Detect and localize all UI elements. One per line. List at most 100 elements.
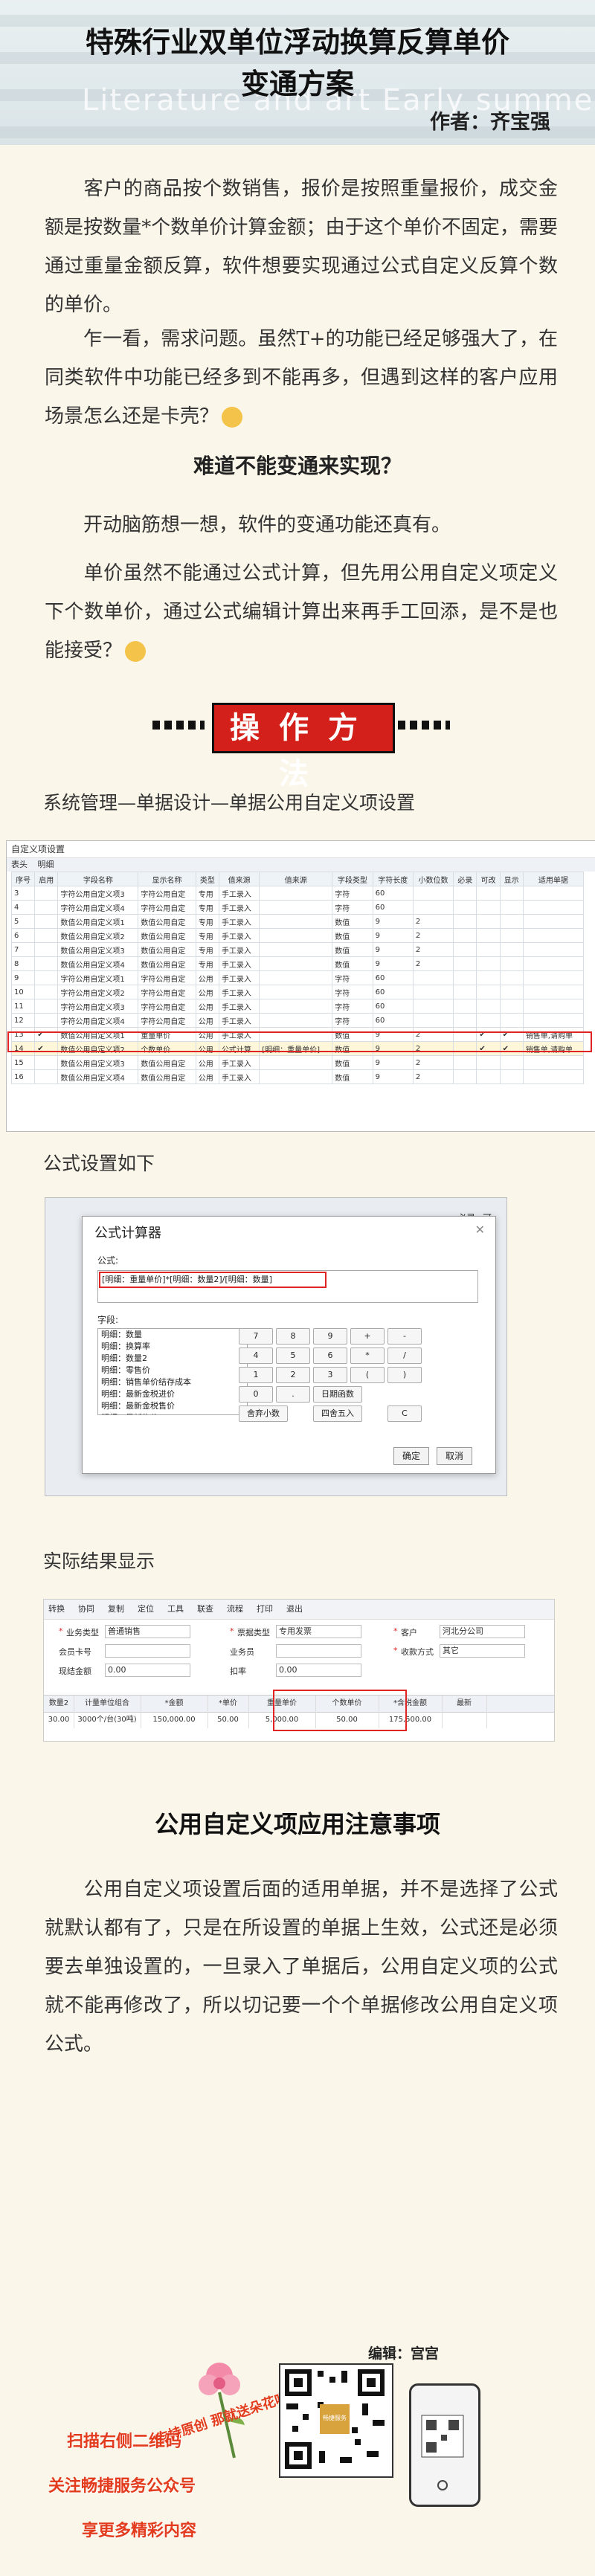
table-cell: 数值公用自定义项1 xyxy=(57,914,139,929)
keypad-button[interactable]: C xyxy=(387,1405,422,1422)
table-row[interactable]: 5 数值公用自定义项1 数值公用自定 专用 手工录入 数值 9 2 xyxy=(10,914,585,929)
keypad-button[interactable]: 日期函数 xyxy=(313,1386,362,1403)
table-cell xyxy=(259,1055,333,1070)
table-cell: 手工录入 xyxy=(218,886,260,901)
table-row[interactable]: 4 字符公用自定义项4 字符公用自定 专用 手工录入 字符 60 xyxy=(10,900,585,915)
field-list-item[interactable]: 明细：数量2 xyxy=(98,1353,247,1365)
field-list-item[interactable]: 明细：最新售价 xyxy=(98,1412,247,1414)
table-cell xyxy=(522,928,585,943)
table-cell xyxy=(453,942,477,957)
grid-cell[interactable]: 3000个/台(30吨) xyxy=(74,1712,141,1728)
table-row[interactable]: 9 字符公用自定义项1 字符公用自定 公用 手工录入 字符 60 xyxy=(10,970,585,985)
table-cell: 字符公用自定义项3 xyxy=(57,886,139,901)
table-cell: 手工录入 xyxy=(218,985,260,999)
custom-field-table: 序号 启用 字段名称 显示名称 类型 值来源 值来源 字段类型 字符长度 小数位数 必录 可改 显示 适用… xyxy=(10,872,585,1084)
form-input[interactable]: 0.00 xyxy=(276,1664,361,1677)
table-row[interactable]: 3 字符公用自定义项3 字符公用自定 专用 手工录入 字符 60 xyxy=(10,886,585,901)
form-input[interactable] xyxy=(276,1644,361,1658)
toolbar-item[interactable]: 协同 xyxy=(78,1604,94,1614)
keypad-button[interactable]: + xyxy=(350,1328,385,1345)
keypad-button[interactable]: 6 xyxy=(313,1347,347,1364)
keypad-button[interactable]: . xyxy=(276,1386,310,1403)
keypad-button[interactable]: 舍弃小数 xyxy=(239,1405,288,1422)
table-row[interactable]: 12 字符公用自定义项4 字符公用自定 公用 手工录入 字符 60 xyxy=(10,1013,585,1028)
table-cell xyxy=(499,999,524,1014)
table-row[interactable]: 7 数值公用自定义项3 数值公用自定 专用 手工录入 数值 9 2 xyxy=(10,942,585,957)
table-cell: 公用 xyxy=(195,985,219,999)
keypad-button[interactable]: - xyxy=(387,1328,422,1345)
table-cell: 3 xyxy=(10,886,36,901)
form-input[interactable] xyxy=(105,1644,190,1658)
ok-button[interactable]: 确定 xyxy=(393,1447,429,1465)
table-row[interactable]: 15 数值公用自定义项3 数值公用自定 公用 手工录入 数值 9 2 xyxy=(10,1055,585,1070)
keypad-button[interactable]: 0 xyxy=(239,1386,273,1403)
table-row[interactable]: 16 数值公用自定义项4 数值公用自定 公用 手工录入 数值 9 2 xyxy=(10,1069,585,1084)
keypad-button[interactable]: 3 xyxy=(313,1367,347,1383)
keypad-button[interactable]: * xyxy=(350,1347,385,1364)
keypad-button[interactable]: 1 xyxy=(239,1367,273,1383)
table-cell xyxy=(453,914,477,929)
toolbar-item[interactable]: 复制 xyxy=(108,1604,124,1614)
table-cell: 4 xyxy=(10,900,36,915)
fields-list[interactable]: 明细：数量 明细：换算率 明细：数量2 明细：零售价 明细：销售单价结存成本 明细：最新金… xyxy=(97,1328,248,1415)
table-cell: 15 xyxy=(10,1055,36,1070)
grid-cell[interactable]: 30.00 xyxy=(44,1712,74,1728)
field-list-item[interactable]: 明细：零售价 xyxy=(98,1365,247,1376)
table-cell xyxy=(259,886,333,901)
tab-detail[interactable]: 明细 xyxy=(38,860,54,869)
toolbar-item[interactable]: 退出 xyxy=(286,1604,303,1614)
table-cell: 数值公用自定义项3 xyxy=(57,1055,139,1070)
toolbar-item[interactable]: 定位 xyxy=(138,1604,154,1614)
form-input[interactable]: 其它 xyxy=(440,1644,525,1658)
notes-paragraph: 公用自定义项设置后面的适用单据，并不是选择了公式就默认都有了，只是在所设置的单据… xyxy=(45,1878,558,2055)
field-list-item[interactable]: 明细：最新金税进价 xyxy=(98,1388,247,1400)
keypad-button[interactable]: 5 xyxy=(276,1347,310,1364)
keypad-button[interactable]: 9 xyxy=(313,1328,347,1345)
table-cell xyxy=(453,886,477,901)
keypad-button[interactable]: 7 xyxy=(239,1328,273,1345)
table-row[interactable]: 10 字符公用自定义项2 字符公用自定 公用 手工录入 字符 60 xyxy=(10,985,585,999)
field-list-item[interactable]: 明细：数量 xyxy=(98,1329,247,1341)
table-cell: 数值公用自定 xyxy=(138,1055,196,1070)
field-list-item[interactable]: 明细：最新金税售价 xyxy=(98,1400,247,1412)
paragraph-1: 客户的商品按个数销售，报价是按照重量报价，成交金额是按数量*个数单价计算金额；由… xyxy=(45,178,558,316)
close-icon[interactable]: ✕ xyxy=(475,1223,485,1237)
toolbar-item[interactable]: 打印 xyxy=(257,1604,273,1614)
keypad-button[interactable]: 四舍五入 xyxy=(313,1405,362,1422)
column-header: 显示名称 xyxy=(138,872,196,886)
keypad-button[interactable]: ) xyxy=(387,1367,422,1383)
keypad-button[interactable]: 8 xyxy=(276,1328,310,1345)
keypad-button[interactable]: ( xyxy=(350,1367,385,1383)
question-heading: 难道不能变通来实现？ xyxy=(193,454,402,478)
table-cell: 字符公用自定义项3 xyxy=(57,999,139,1014)
field-list-item[interactable]: 明细：销售单价结存成本 xyxy=(98,1376,247,1388)
form-input[interactable]: 普通销售 xyxy=(105,1625,190,1638)
toolbar-item[interactable]: 流程 xyxy=(227,1604,243,1614)
toolbar-item[interactable]: 转换 xyxy=(48,1604,65,1614)
table-cell: 数值 xyxy=(332,956,373,971)
table-cell xyxy=(259,900,333,915)
form-input[interactable]: 专用发票 xyxy=(276,1625,361,1638)
keypad-button[interactable]: 4 xyxy=(239,1347,273,1364)
toolbar-item[interactable]: 工具 xyxy=(167,1604,184,1614)
grid-cell[interactable]: 50.00 xyxy=(208,1712,249,1728)
table-row[interactable]: 11 字符公用自定义项3 字符公用自定 公用 手工录入 字符 60 xyxy=(10,999,585,1014)
toolbar-item[interactable]: 联查 xyxy=(197,1604,213,1614)
path-caption: 系统管理—单据设计—单据公用自定义项设置 xyxy=(43,792,416,814)
grid-cell[interactable]: 150,000.00 xyxy=(141,1712,208,1728)
keypad-button[interactable]: / xyxy=(387,1347,422,1364)
qr-code-icon[interactable]: 畅捷服务 xyxy=(279,2363,393,2478)
table-row[interactable]: 8 数值公用自定义项4 数值公用自定 专用 手工录入 数值 9 2 xyxy=(10,956,585,971)
keypad-button[interactable]: 2 xyxy=(276,1367,310,1383)
table-cell: 字符 xyxy=(332,1013,373,1028)
cancel-button[interactable]: 取消 xyxy=(437,1447,472,1465)
form-input[interactable]: 0.00 xyxy=(105,1664,190,1677)
table-cell xyxy=(412,900,454,915)
field-list-item[interactable]: 明细：换算率 xyxy=(98,1341,247,1353)
tab-header[interactable]: 表头 xyxy=(11,860,28,869)
table-row[interactable]: 6 数值公用自定义项2 数值公用自定 专用 手工录入 数值 9 2 xyxy=(10,928,585,943)
grid-cell[interactable] xyxy=(442,1712,487,1728)
form-input[interactable]: 河北分公司 xyxy=(440,1625,525,1638)
table-cell xyxy=(522,956,585,971)
table-cell: 16 xyxy=(10,1069,36,1084)
